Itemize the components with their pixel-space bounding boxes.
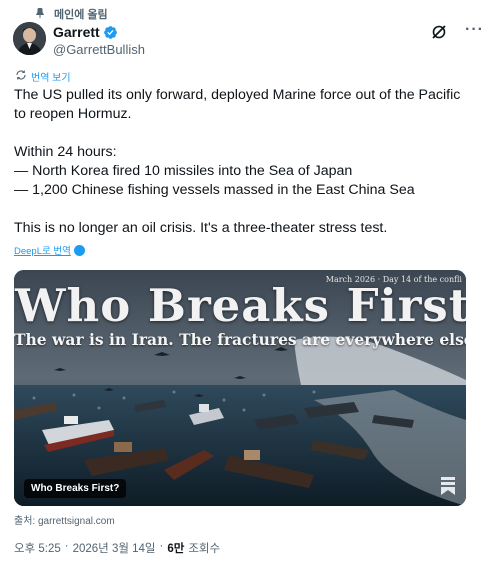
translate-label: 번역 보기 [31, 73, 71, 84]
pinned-label: 메인에 올림 [54, 9, 108, 21]
display-name[interactable]: Garrett [53, 24, 100, 40]
meta-separator: · [159, 540, 164, 552]
tweet-line: to reopen Hormuz. [14, 106, 132, 122]
deepl-translate-link[interactable]: DeepL로 번역 [14, 243, 85, 257]
tweet-line: — North Korea fired 10 missiles into the… [14, 163, 353, 179]
views-label: 조회수 [188, 543, 221, 555]
grok-icon[interactable] [431, 24, 447, 40]
deepl-label: DeepL로 번역 [14, 246, 71, 257]
translate-link[interactable]: 번역 보기 [15, 69, 71, 84]
translate-icon [15, 69, 27, 84]
tweet-line: — 1,200 Chinese fishing vessels massed i… [14, 182, 415, 198]
tweet-meta: 오후 5:25 · 2026년 3월 14일 · 6만 조회수 [14, 540, 220, 556]
tweet-date[interactable]: 2026년 3월 14일 [73, 540, 156, 556]
author-info: Garrett @GarrettBullish [53, 24, 145, 57]
source-link[interactable]: 출처: garrettsignal.com [14, 512, 115, 527]
tweet-line: The US pulled its only forward, deployed… [14, 87, 461, 103]
verified-badge-icon [103, 25, 118, 40]
bookmark-icon[interactable] [441, 477, 455, 495]
media-headline: Who Breaks First [15, 279, 466, 332]
tweet-time[interactable]: 오후 5:25 [14, 540, 61, 556]
tweet-line: Within 24 hours: [14, 144, 117, 160]
pin-icon [34, 7, 46, 22]
views-count: 6만 [167, 543, 185, 555]
meta-separator: · [64, 540, 69, 552]
tweet-header: Garrett @GarrettBullish ··· [13, 22, 483, 58]
handle[interactable]: @GarrettBullish [53, 42, 145, 57]
tweet-text: The US pulled its only forward, deployed… [14, 86, 480, 238]
more-icon[interactable]: ··· [465, 22, 483, 40]
media-card[interactable]: March 2026 · Day 14 of the confli Who Br… [14, 270, 466, 506]
media-caption: Who Breaks First? [24, 479, 127, 498]
tweet-line: This is no longer an oil crisis. It's a … [14, 220, 388, 236]
deepl-icon [73, 244, 85, 256]
avatar[interactable] [13, 22, 46, 55]
pinned-indicator: 메인에 올림 [34, 6, 108, 22]
media-subline: The war is in Iran. The fractures are ev… [14, 330, 466, 349]
